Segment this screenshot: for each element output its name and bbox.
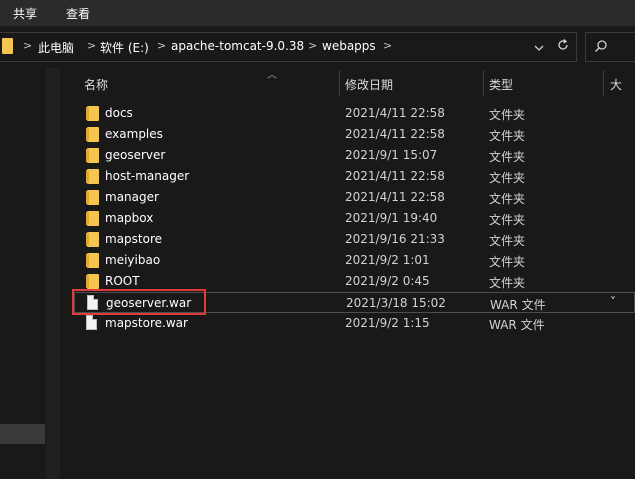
folder-icon — [86, 253, 99, 268]
file-name: docs — [105, 106, 133, 120]
file-type: 文件夹 — [489, 255, 526, 269]
column-header-size[interactable]: 大 — [610, 76, 622, 93]
file-type: WAR 文件 — [490, 298, 546, 312]
file-row[interactable]: mapstore.war 2021/9/2 1:15 WAR 文件 — [74, 313, 635, 334]
breadcrumb-separator[interactable]: > — [157, 39, 166, 52]
folder-icon — [86, 232, 99, 247]
file-row[interactable]: mapbox 2021/9/1 19:40 文件夹 — [74, 208, 635, 229]
breadcrumb-drive-e[interactable]: 软件 (E:) — [100, 39, 149, 56]
file-name: host-manager — [105, 169, 190, 183]
ribbon-bar: 共享 查看 — [0, 0, 635, 26]
search-input[interactable] — [585, 32, 635, 62]
file-row[interactable]: host-manager 2021/4/11 22:58 文件夹 — [74, 166, 635, 187]
column-divider[interactable] — [339, 70, 340, 96]
file-name: meiyibao — [105, 253, 161, 267]
file-row[interactable]: meiyibao 2021/9/2 1:01 文件夹 — [74, 250, 635, 271]
ribbon-tab-share[interactable]: 共享 — [13, 5, 37, 22]
file-icon — [87, 295, 98, 310]
breadcrumb-this-pc[interactable]: 此电脑 — [38, 39, 74, 56]
navigation-selected-item[interactable] — [0, 424, 45, 444]
file-type: 文件夹 — [489, 192, 526, 206]
file-modified-date: 2021/4/11 22:58 — [345, 169, 445, 183]
column-header-row: ︿ 名称 修改日期 类型 大 — [65, 70, 635, 96]
file-row[interactable]: manager 2021/4/11 22:58 文件夹 — [74, 187, 635, 208]
file-type: 文件夹 — [489, 108, 526, 122]
file-type: 文件夹 — [489, 150, 526, 164]
file-type: 文件夹 — [489, 234, 526, 248]
file-type: 文件夹 — [489, 129, 526, 143]
breadcrumb-separator[interactable]: > — [23, 39, 32, 52]
location-folder-icon — [2, 38, 13, 54]
column-divider[interactable] — [483, 70, 484, 96]
file-row[interactable]: mapstore 2021/9/16 21:33 文件夹 — [74, 229, 635, 250]
column-header-name[interactable]: 名称 — [84, 76, 108, 93]
column-divider[interactable] — [603, 70, 604, 96]
file-name: mapbox — [105, 211, 154, 225]
file-icon — [86, 315, 97, 330]
breadcrumb-webapps[interactable]: webapps — [322, 39, 376, 53]
breadcrumb-separator[interactable]: > — [87, 39, 96, 52]
file-type: 文件夹 — [489, 213, 526, 227]
breadcrumb-tomcat[interactable]: apache-tomcat-9.0.38 — [171, 39, 304, 53]
file-modified-date: 2021/4/11 22:58 — [345, 106, 445, 120]
ribbon-tab-view[interactable]: 查看 — [66, 5, 90, 22]
file-name: geoserver.war — [106, 296, 192, 310]
file-row[interactable]: geoserver.war 2021/3/18 15:02 WAR 文件 — [74, 292, 635, 313]
folder-icon — [86, 190, 99, 205]
column-header-type[interactable]: 类型 — [489, 76, 513, 93]
file-modified-date: 2021/9/2 1:15 — [345, 316, 430, 330]
folder-icon — [86, 127, 99, 142]
folder-icon — [86, 274, 99, 289]
refresh-icon[interactable] — [556, 38, 570, 56]
file-name: examples — [105, 127, 163, 141]
file-type: WAR 文件 — [489, 318, 545, 332]
file-modified-date: 2021/9/2 1:01 — [345, 253, 430, 267]
file-modified-date: 2021/9/2 0:45 — [345, 274, 430, 288]
folder-icon — [86, 211, 99, 226]
file-row[interactable]: ROOT 2021/9/2 0:45 文件夹 — [74, 271, 635, 292]
breadcrumb-separator[interactable]: > — [308, 39, 317, 52]
file-modified-date: 2021/9/16 21:33 — [345, 232, 445, 246]
file-name: mapstore.war — [105, 316, 188, 330]
breadcrumb-separator[interactable]: > — [383, 39, 392, 52]
file-name: ROOT — [105, 274, 140, 288]
file-type: 文件夹 — [489, 276, 526, 290]
file-modified-date: 2021/4/11 22:58 — [345, 127, 445, 141]
file-row[interactable]: examples 2021/4/11 22:58 文件夹 — [74, 124, 635, 145]
search-icon — [594, 39, 608, 56]
folder-icon — [86, 106, 99, 121]
navigation-scrollbar[interactable] — [46, 68, 60, 479]
file-name: geoserver — [105, 148, 166, 162]
column-header-date[interactable]: 修改日期 — [345, 76, 393, 93]
file-row[interactable]: docs 2021/4/11 22:58 文件夹 — [74, 103, 635, 124]
folder-icon — [86, 148, 99, 163]
folder-icon — [86, 169, 99, 184]
file-type: 文件夹 — [489, 171, 526, 185]
navigation-pane[interactable] — [0, 68, 46, 479]
file-row[interactable]: geoserver 2021/9/1 15:07 文件夹 — [74, 145, 635, 166]
file-modified-date: 2021/9/1 19:40 — [345, 211, 438, 225]
file-modified-date: 2021/3/18 15:02 — [346, 296, 446, 310]
file-name: mapstore — [105, 232, 163, 246]
sort-up-icon: ︿ — [267, 70, 277, 81]
chevron-down-icon[interactable] — [534, 41, 544, 56]
file-modified-date: 2021/4/11 22:58 — [345, 190, 445, 204]
size-truncated-marker: ˅ — [610, 295, 616, 309]
file-modified-date: 2021/9/1 15:07 — [345, 148, 438, 162]
file-name: manager — [105, 190, 159, 204]
